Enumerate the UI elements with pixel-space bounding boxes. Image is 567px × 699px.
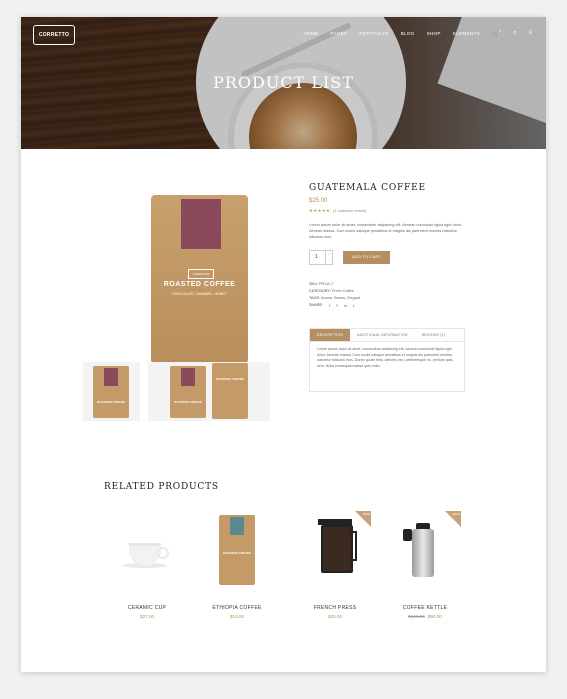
related-product-card[interactable]: ROASTED COFFEE ETHIOPIA COFFEE $15.00: [201, 511, 273, 619]
search-icon[interactable]: ⌕: [513, 30, 516, 37]
tab-bar: DESCRIPTION ADDITIONAL INFORMATION REVIE…: [310, 329, 464, 342]
bag-subtitle: CHOCOLATE, CARAMEL, HONEY: [172, 292, 227, 296]
ethiopia-coffee-image[interactable]: ROASTED COFFEE: [201, 511, 273, 589]
nav-home[interactable]: HOME: [303, 31, 318, 36]
tab-reviews[interactable]: REVIEWS (1): [415, 329, 453, 341]
related-products-heading: RELATED PRODUCTS: [104, 482, 219, 492]
related-product-name[interactable]: FRENCH PRESS: [299, 605, 371, 611]
thumbnail-1[interactable]: ROASTED COFFEE: [83, 362, 140, 421]
bag-label: [181, 199, 221, 249]
related-product-price: $15.00: [229, 614, 245, 619]
cart-icon[interactable]: 🛒0: [492, 29, 501, 37]
menu-icon[interactable]: ≡: [528, 30, 532, 36]
product-title: GUATEMALA COFFEE: [309, 183, 426, 193]
product-short-description: Lorem ipsum dolor sit amet, consectetur …: [309, 223, 462, 239]
related-product-name[interactable]: ETHIOPIA COFFEE: [201, 605, 273, 611]
tab-content: Lorem ipsum dolor sit amet, consectetur …: [317, 347, 454, 368]
bag-brand: CORRETTO: [188, 269, 214, 279]
product-meta: SKU: PR111-7 CATEGORY: Fresh Coffee TAGS…: [309, 281, 469, 309]
related-product-card[interactable]: SALE COFFEE KETTLE $100.00 $90.00: [389, 511, 461, 619]
nav-portfolio[interactable]: PORTFOLIO: [359, 31, 388, 36]
tags-links[interactable]: Aroma, Beans, Elegant: [321, 296, 360, 300]
thumbnail-bag: ROASTED COFFEE: [93, 366, 129, 418]
thumbnail-bag: ROASTED COFFEE: [170, 366, 206, 418]
product-info: GUATEMALA COFFEE $25.00 ★★★★★ (1 custome…: [309, 183, 469, 309]
french-press-image[interactable]: NEW: [299, 511, 371, 589]
thumbnail-2[interactable]: ROASTED COFFEE ROASTED COFFEE: [148, 362, 270, 421]
product-thumbnails: ROASTED COFFEE ROASTED COFFEE ROASTED CO…: [83, 362, 270, 421]
cart-count: 0: [499, 29, 502, 33]
nav-shop[interactable]: SHOP: [427, 31, 441, 36]
quantity-stepper[interactable]: 1 + −: [309, 250, 333, 265]
twitter-icon[interactable]: 𝕥: [336, 302, 338, 309]
hero-banner: CORRETTO HOME PAGES PORTFOLIO BLOG SHOP …: [21, 17, 546, 149]
sale-badge-label: SALE: [452, 512, 460, 516]
page-title: PRODUCT LIST: [213, 73, 354, 92]
tumblr-icon[interactable]: t: [353, 302, 354, 309]
add-to-cart-button[interactable]: ADD TO CART: [343, 251, 390, 264]
product-price: $25.00: [309, 198, 328, 204]
sale-price: $90.00: [427, 614, 442, 619]
nav-elements[interactable]: ELEMENTS: [453, 31, 480, 36]
facebook-icon[interactable]: f: [329, 302, 330, 309]
nav-pages[interactable]: PAGES: [330, 31, 347, 36]
category-link[interactable]: Fresh Coffee: [332, 289, 354, 293]
coffee-kettle-image[interactable]: SALE: [389, 511, 461, 589]
related-product-card[interactable]: CERAMIC CUP $37.00: [111, 511, 183, 619]
product-tabs: DESCRIPTION ADDITIONAL INFORMATION REVIE…: [309, 328, 465, 392]
product-main-image[interactable]: CORRETTO ROASTED COFFEE CHOCOLATE, CARAM…: [151, 195, 248, 362]
quantity-value: 1: [315, 254, 318, 260]
old-price: $100.00: [408, 614, 425, 619]
star-rating-icon: ★★★★★: [309, 208, 331, 213]
related-product-card[interactable]: NEW FRENCH PRESS $25.00: [299, 511, 371, 619]
sku-value: PR111-7: [318, 282, 334, 286]
related-product-price: $100.00 $90.00: [389, 614, 461, 619]
linkedin-icon[interactable]: in: [344, 302, 347, 309]
tab-description[interactable]: DESCRIPTION: [310, 329, 351, 341]
bag-title: ROASTED COFFEE: [163, 281, 236, 288]
new-badge-label: NEW: [363, 512, 370, 516]
related-product-name[interactable]: COFFEE KETTLE: [389, 605, 461, 611]
product-rating: ★★★★★ (1 customer review): [309, 208, 469, 214]
nav-blog[interactable]: BLOG: [401, 31, 415, 36]
add-to-cart-row: 1 + − ADD TO CART: [309, 250, 469, 265]
ceramic-cup-image[interactable]: [111, 511, 183, 589]
related-product-name[interactable]: CERAMIC CUP: [111, 605, 183, 611]
review-count-link[interactable]: (1 customer review): [333, 209, 366, 213]
main-nav: HOME PAGES PORTFOLIO BLOG SHOP ELEMENTS …: [303, 29, 532, 37]
quantity-arrows-icon[interactable]: + −: [325, 251, 332, 264]
related-product-price: $25.00: [327, 614, 343, 619]
related-product-price: $37.00: [139, 614, 155, 619]
page: CORRETTO HOME PAGES PORTFOLIO BLOG SHOP …: [21, 17, 546, 672]
tab-additional-information[interactable]: ADDITIONAL INFORMATION: [350, 329, 415, 341]
share-row: SHARE: f 𝕥 in t: [309, 302, 355, 309]
thumbnail-bag-back: ROASTED COFFEE: [212, 363, 248, 419]
logo[interactable]: CORRETTO: [33, 25, 75, 45]
